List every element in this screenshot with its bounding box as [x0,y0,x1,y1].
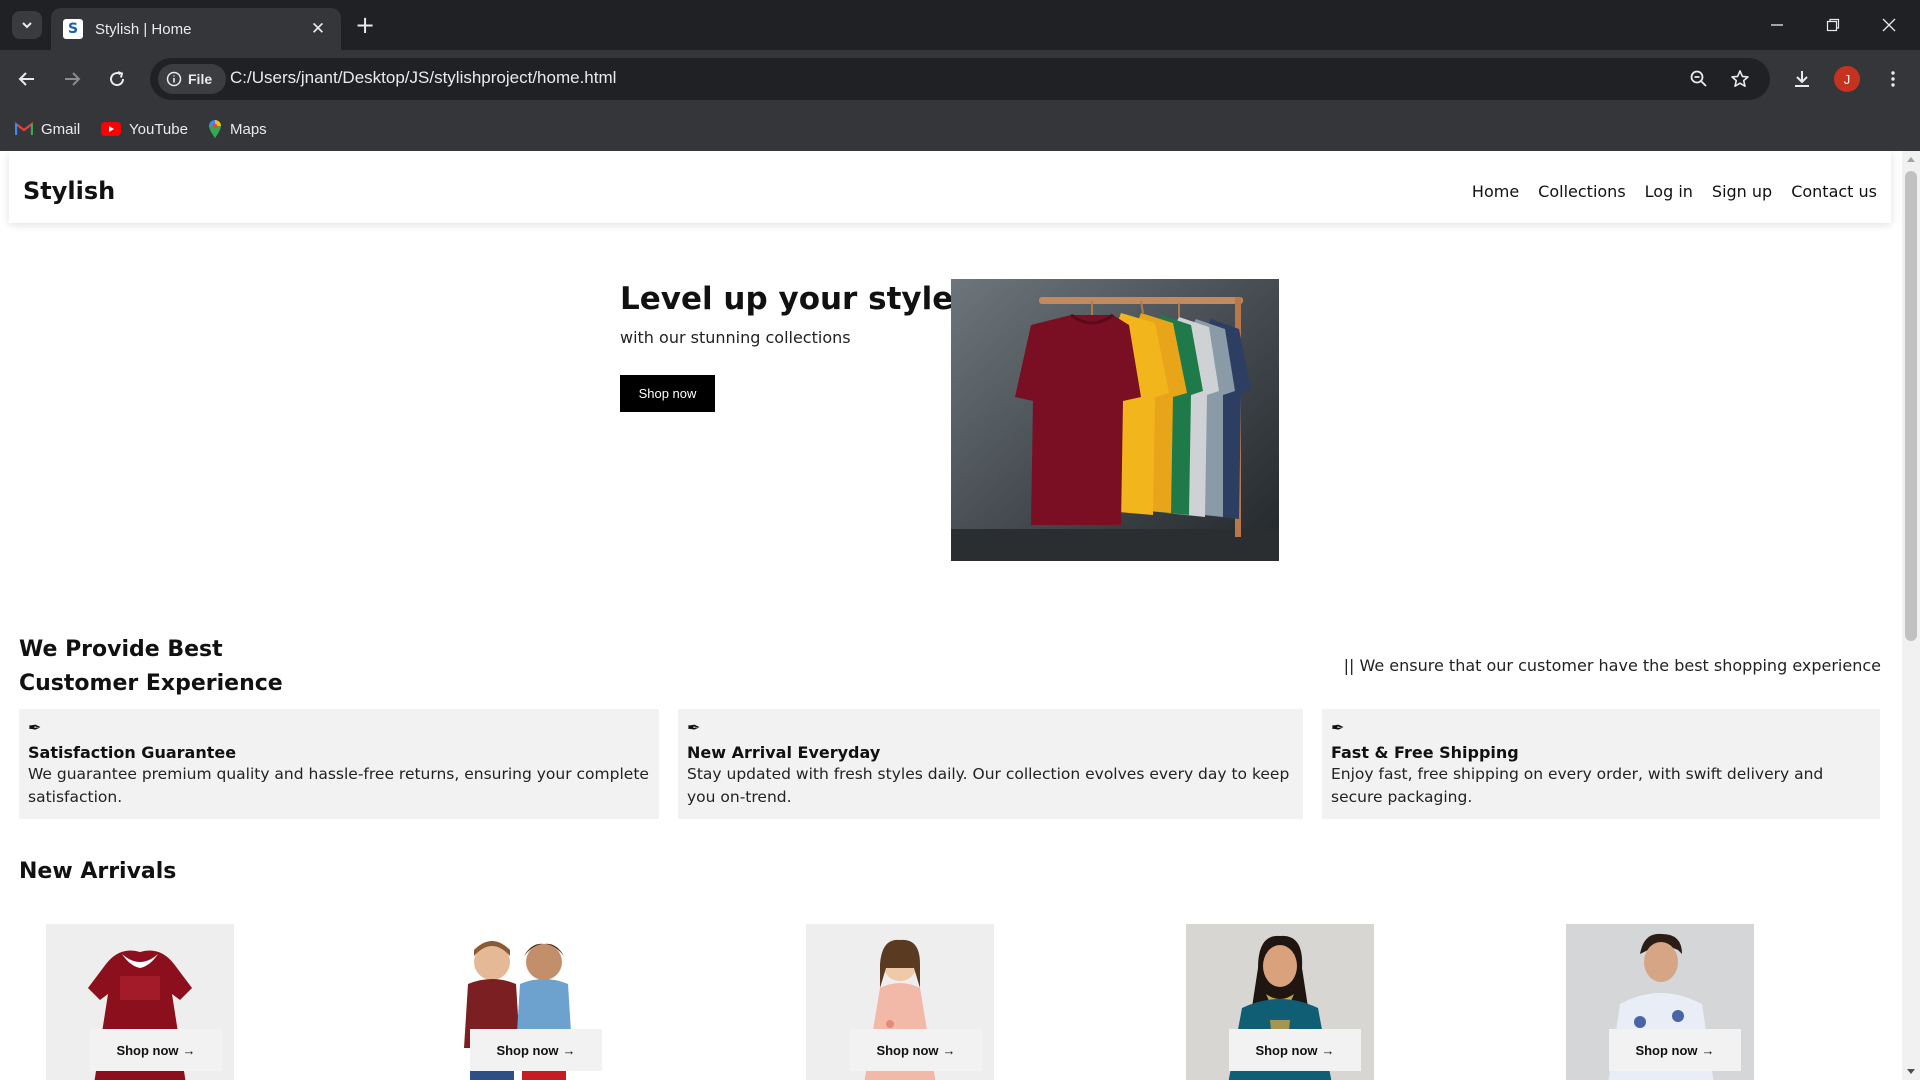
back-button[interactable] [12,64,42,94]
nav-link-login[interactable]: Log in [1645,182,1693,201]
arrow-right-icon: → [1321,1042,1335,1058]
tab-title: Stylish | Home [95,20,192,38]
site-nav: Home Collections Log in Sign up Contact … [1472,182,1877,201]
tab-list-button[interactable] [12,11,42,39]
feature-title: New Arrival Everyday [687,743,881,762]
hero-shop-now-button[interactable]: Shop now [620,375,715,412]
site-info-label: File [188,71,213,87]
feature-title: Fast & Free Shipping [1331,743,1519,762]
bookmark-label: YouTube [129,120,188,138]
browser-menu-button[interactable] [1878,64,1908,94]
button-label: Shop now [1255,1042,1318,1058]
scroll-up-arrow-icon[interactable] [1907,157,1915,162]
reload-icon [110,71,125,87]
page-scrollbar[interactable] [1902,151,1920,1080]
profile-avatar[interactable]: J [1834,66,1860,92]
product-shop-now-button[interactable]: Shop now → [850,1029,982,1071]
hero-image [951,279,1279,561]
downloads-button[interactable] [1787,64,1817,94]
bookmark-youtube[interactable]: YouTube [101,118,188,140]
arrow-right-icon: → [1701,1042,1715,1058]
nav-link-collections[interactable]: Collections [1538,182,1625,201]
bookmark-maps[interactable]: Maps [208,118,267,140]
bookmark-label: Gmail [41,120,81,138]
browser-tab-active[interactable]: S Stylish | Home ✕ [51,8,341,50]
address-bar[interactable]: File C:/Users/jnant/Desktop/JS/stylishpr… [150,58,1770,100]
zoom-icon [1690,70,1707,87]
reload-button[interactable] [102,64,132,94]
arrow-left-icon [18,72,34,86]
arrow-right-icon [65,72,81,86]
browser-titlebar: S Stylish | Home ✕ + [0,0,1920,50]
arrow-right-icon: → [562,1042,576,1058]
maps-icon [209,120,221,138]
scroll-down-arrow-icon[interactable] [1907,1069,1915,1074]
arrow-right-icon: → [942,1042,956,1058]
feature-card: ✒ New Arrival Everyday Stay updated with… [678,709,1303,819]
site-favicon-icon: S [63,19,83,39]
feature-description: Enjoy fast, free shipping on every order… [1331,765,1824,806]
bookmark-gmail[interactable]: Gmail [15,118,80,140]
nav-link-home[interactable]: Home [1472,182,1519,201]
button-label: Shop now [496,1042,559,1058]
experience-title-line1: We Provide Best [19,637,223,662]
more-vertical-icon [1891,71,1895,87]
minimize-icon [1771,24,1783,26]
restore-icon [1826,18,1840,32]
site-brand-logo[interactable]: Stylish [23,177,115,205]
restore-button[interactable] [1818,10,1848,40]
scrollbar-thumb[interactable] [1905,171,1917,641]
button-label: Shop now [1635,1042,1698,1058]
experience-tagline: || We ensure that our customer have the … [1343,656,1881,675]
feature-card: ✒ Fast & Free Shipping Enjoy fast, free … [1322,709,1880,819]
button-label: Shop now [116,1042,179,1058]
feature-description: Stay updated with fresh styles daily. Ou… [687,765,1290,806]
t-shirts-rack-illustration [951,279,1279,561]
feather-icon: ✒ [687,718,701,737]
forward-button[interactable] [57,64,87,94]
product-shop-now-button[interactable]: Shop now → [470,1029,602,1071]
site-header: Stylish Home Collections Log in Sign up … [9,151,1891,223]
info-icon [166,71,182,87]
nav-link-signup[interactable]: Sign up [1712,182,1772,201]
site-info-chip[interactable]: File [158,64,226,94]
close-window-button[interactable] [1874,10,1904,40]
new-arrivals-title: New Arrivals [19,859,177,884]
youtube-icon [101,122,121,136]
gmail-icon [15,122,33,135]
download-icon [1795,71,1809,87]
product-shop-now-button[interactable]: Shop now → [1609,1029,1741,1071]
feature-title: Satisfaction Guarantee [28,743,237,762]
button-label: Shop now [876,1042,939,1058]
product-shop-now-button[interactable]: Shop now → [1229,1029,1361,1071]
star-icon [1731,70,1749,87]
minimize-button[interactable] [1762,10,1792,40]
zoom-button[interactable] [1686,66,1712,92]
feather-icon: ✒ [1331,718,1345,737]
bookmark-label: Maps [230,120,267,138]
hero-title: Level up your style [620,281,954,317]
experience-title-line2: Customer Experience [19,671,283,696]
tab-close-icon[interactable]: ✕ [307,19,329,39]
url-text[interactable]: C:/Users/jnant/Desktop/JS/stylishproject… [230,68,616,88]
feature-description: We guarantee premium quality and hassle-… [28,765,649,806]
experience-title: We Provide Best Customer Experience [19,633,283,701]
arrow-right-icon: → [182,1042,196,1058]
feather-icon: ✒ [28,718,42,737]
hero-subtitle: with our stunning collections [620,328,851,347]
close-icon [1882,18,1896,32]
bookmark-star-button[interactable] [1727,66,1753,92]
new-tab-button[interactable]: + [352,12,378,38]
chevron-down-icon [22,22,32,29]
nav-link-contact[interactable]: Contact us [1791,182,1877,201]
feature-card: ✒ Satisfaction Guarantee We guarantee pr… [19,709,659,819]
bookmarks-bar: Gmail YouTube Maps [0,108,1920,151]
page-viewport: Stylish Home Collections Log in Sign up … [0,151,1902,1080]
product-shop-now-button[interactable]: Shop now → [90,1029,222,1071]
